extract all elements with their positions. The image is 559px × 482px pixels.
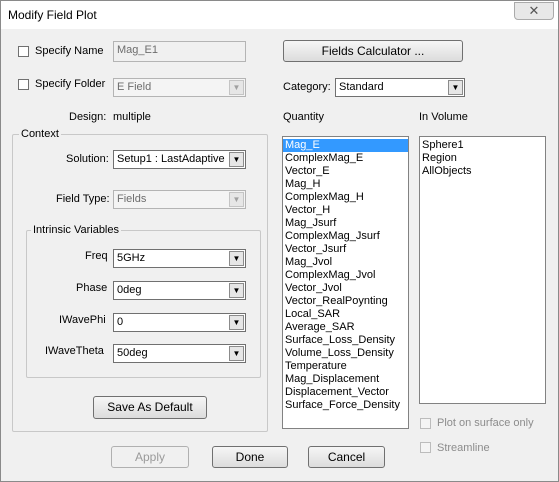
specify-name-label: Specify Name xyxy=(35,45,104,57)
freq-value: 5GHz xyxy=(117,252,146,264)
specify-name-checkbox[interactable] xyxy=(18,46,29,57)
iwavetheta-label: IWaveTheta xyxy=(45,345,104,357)
specify-folder-combo[interactable]: E Field ▼ xyxy=(113,78,246,97)
quantity-item[interactable]: Average_SAR xyxy=(283,321,408,334)
quantity-item[interactable]: Vector_E xyxy=(283,165,408,178)
category-value: Standard xyxy=(339,81,384,93)
specify-name-value: Mag_E1 xyxy=(117,44,158,56)
quantity-item[interactable]: Vector_Jvol xyxy=(283,282,408,295)
quantity-item[interactable]: ComplexMag_Jvol xyxy=(283,269,408,282)
chevron-down-icon: ▼ xyxy=(229,152,244,167)
design-label: Design: xyxy=(69,111,107,123)
save-as-default-button[interactable]: Save As Default xyxy=(93,396,207,419)
in-volume-item[interactable]: Region xyxy=(420,152,545,165)
iwavephi-value: 0 xyxy=(117,316,124,328)
quantity-item[interactable]: Mag_H xyxy=(283,178,408,191)
in-volume-list[interactable]: Sphere1 Region AllObjects xyxy=(419,136,546,404)
quantity-item[interactable]: Temperature xyxy=(283,360,408,373)
quantity-item[interactable]: Mag_Jsurf xyxy=(283,217,408,230)
field-type-value: Fields xyxy=(117,193,147,205)
chevron-down-icon: ▼ xyxy=(229,251,244,266)
solution-combo[interactable]: Setup1 : LastAdaptive ▼ xyxy=(113,150,246,169)
context-group-title: Context xyxy=(19,128,61,140)
freq-combo[interactable]: 5GHz ▼ xyxy=(113,249,246,268)
quantity-item[interactable]: Volume_Loss_Density xyxy=(283,347,408,360)
quantity-item[interactable]: Surface_Force_Density xyxy=(283,399,408,412)
quantity-item[interactable]: Mag_E xyxy=(283,139,408,152)
field-type-combo[interactable]: Fields ▼ xyxy=(113,190,246,209)
in-volume-title: In Volume xyxy=(419,111,468,123)
streamline-label: Streamline xyxy=(437,442,490,454)
modify-field-plot-dialog: Modify Field Plot ✕ Specify Name Mag_E1 … xyxy=(0,0,559,482)
quantity-item[interactable]: Mag_Displacement xyxy=(283,373,408,386)
intrinsic-variables-title: Intrinsic Variables xyxy=(31,224,121,236)
quantity-item[interactable]: Mag_Jvol xyxy=(283,256,408,269)
plot-on-surface-checkbox[interactable] xyxy=(420,418,431,429)
title-bar: Modify Field Plot ✕ xyxy=(1,1,558,29)
iwavetheta-combo[interactable]: 50deg ▼ xyxy=(113,344,246,363)
plot-on-surface-label: Plot on surface only xyxy=(437,417,534,429)
in-volume-item[interactable]: AllObjects xyxy=(420,165,545,178)
quantity-item[interactable]: Vector_Jsurf xyxy=(283,243,408,256)
specify-folder-value: E Field xyxy=(117,81,152,93)
apply-button[interactable]: Apply xyxy=(111,446,189,468)
quantity-item[interactable]: Vector_H xyxy=(283,204,408,217)
chevron-down-icon: ▼ xyxy=(229,283,244,298)
design-value: multiple xyxy=(113,111,151,123)
quantity-item[interactable]: Local_SAR xyxy=(283,308,408,321)
category-label: Category: xyxy=(283,81,331,93)
quantity-list[interactable]: Mag_E ComplexMag_E Vector_E Mag_H Comple… xyxy=(282,136,409,429)
window-title: Modify Field Plot xyxy=(8,8,97,22)
chevron-down-icon: ▼ xyxy=(229,315,244,330)
specify-name-field[interactable]: Mag_E1 xyxy=(113,41,246,62)
fields-calculator-button[interactable]: Fields Calculator ... xyxy=(283,40,463,62)
quantity-item[interactable]: ComplexMag_E xyxy=(283,152,408,165)
quantity-item[interactable]: ComplexMag_H xyxy=(283,191,408,204)
quantity-item[interactable]: Vector_RealPoynting xyxy=(283,295,408,308)
specify-folder-checkbox[interactable] xyxy=(18,79,29,90)
solution-label: Solution: xyxy=(66,153,109,165)
category-combo[interactable]: Standard ▼ xyxy=(335,78,465,97)
in-volume-item[interactable]: Sphere1 xyxy=(420,139,545,152)
quantity-title: Quantity xyxy=(283,111,324,123)
iwavephi-label: IWavePhi xyxy=(59,314,106,326)
phase-label: Phase xyxy=(76,282,108,294)
solution-value: Setup1 : LastAdaptive xyxy=(117,153,225,165)
quantity-item[interactable]: Displacement_Vector xyxy=(283,386,408,399)
close-icon: ✕ xyxy=(528,3,540,18)
freq-label: Freq xyxy=(85,250,108,262)
iwavetheta-value: 50deg xyxy=(117,347,148,359)
chevron-down-icon: ▼ xyxy=(229,80,244,95)
field-type-label: Field Type: xyxy=(56,193,110,205)
chevron-down-icon: ▼ xyxy=(229,192,244,207)
iwavephi-combo[interactable]: 0 ▼ xyxy=(113,313,246,332)
streamline-checkbox[interactable] xyxy=(420,442,431,453)
cancel-button[interactable]: Cancel xyxy=(308,446,385,468)
specify-folder-label: Specify Folder xyxy=(35,78,106,90)
quantity-item[interactable]: ComplexMag_Jsurf xyxy=(283,230,408,243)
phase-value: 0deg xyxy=(117,284,142,296)
phase-combo[interactable]: 0deg ▼ xyxy=(113,281,246,300)
close-button[interactable]: ✕ xyxy=(514,2,554,20)
chevron-down-icon: ▼ xyxy=(448,80,463,95)
done-button[interactable]: Done xyxy=(212,446,288,468)
quantity-item[interactable]: Surface_Loss_Density xyxy=(283,334,408,347)
chevron-down-icon: ▼ xyxy=(229,346,244,361)
